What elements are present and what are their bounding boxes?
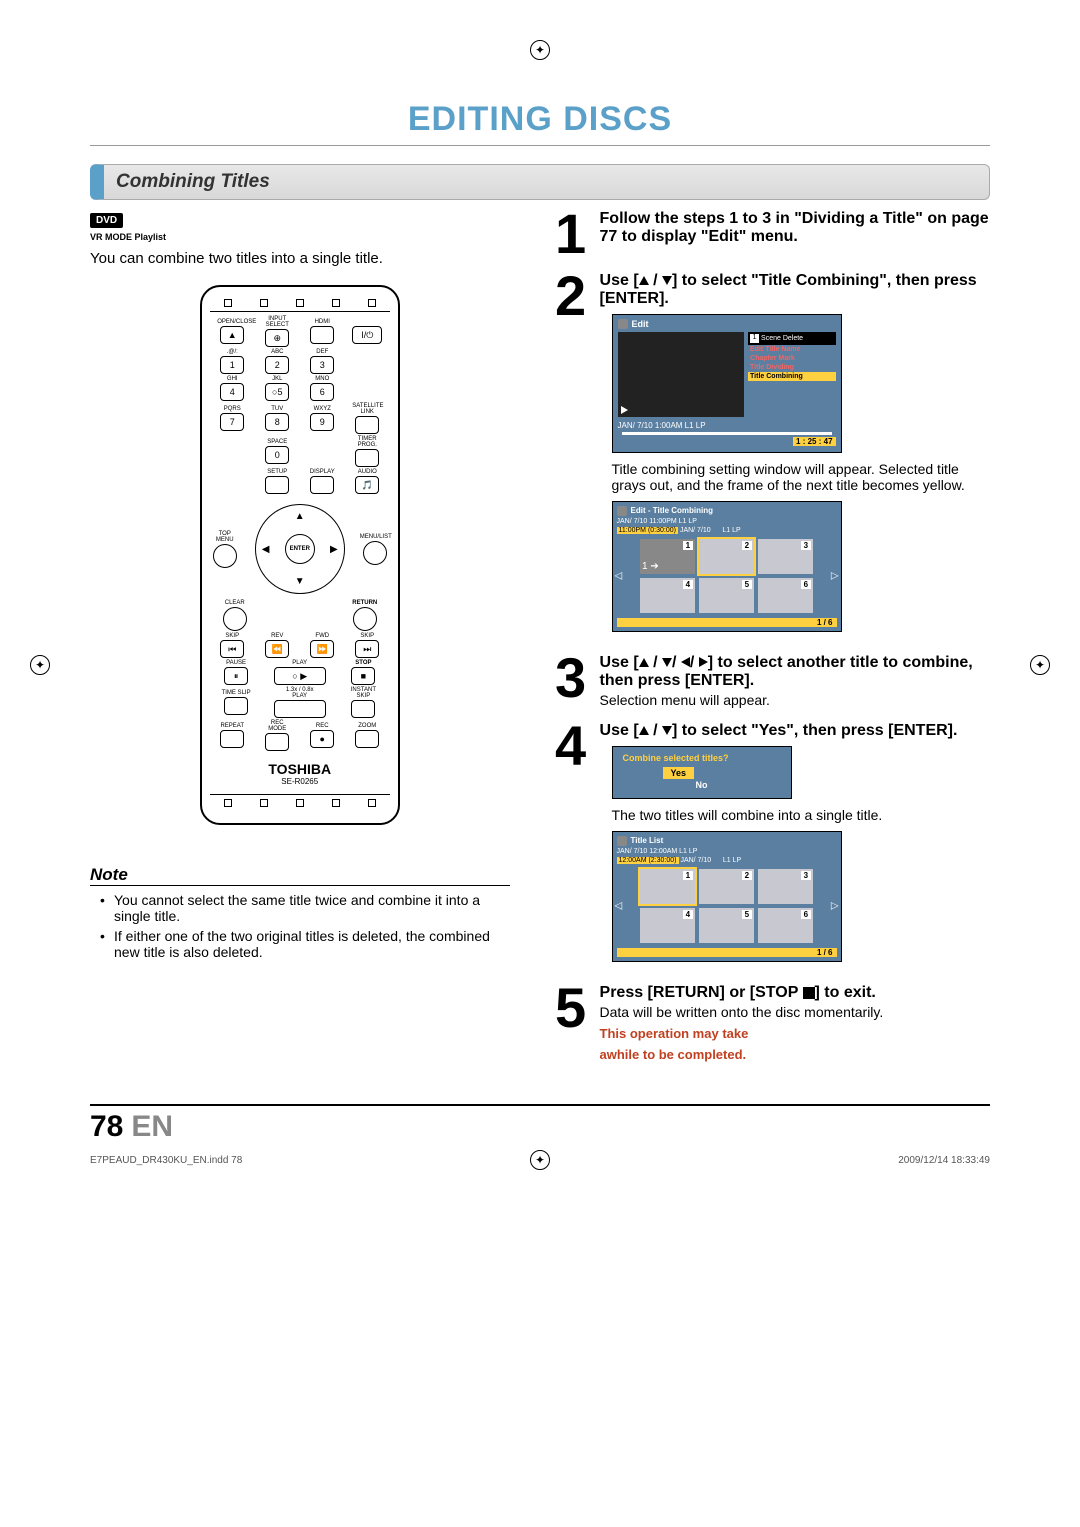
osd-title-list-grid: Title List JAN/ 7/10 12:00AM L1 LP 12:00… [612, 831, 842, 962]
osd-title: Edit [632, 319, 649, 329]
page-number: 78 [90, 1110, 123, 1144]
remote-input-select: INPUT SELECT [262, 316, 292, 328]
thumb-item-selected: 2 [699, 539, 754, 574]
remote-hdmi: HDMI [307, 319, 337, 325]
thumb-item: 2 [699, 869, 754, 904]
disc-icon [617, 836, 627, 846]
dvd-badge: DVD [90, 210, 510, 232]
osd-progress-bar [622, 432, 832, 435]
note-list: You cannot select the same title twice a… [90, 892, 510, 960]
title-underline [90, 145, 990, 146]
osd-time: 1 : 25 : 47 [793, 437, 835, 446]
step3-result: Selection menu will appear. [600, 692, 990, 708]
thumb-item: 6 [758, 578, 813, 613]
thumb-item: 5 [699, 578, 754, 613]
down-arrow-icon [662, 658, 672, 667]
step1-instruction: Follow the steps 1 to 3 in "Dividing a T… [600, 210, 990, 246]
registration-mark-bottom: ✦ [530, 1150, 550, 1170]
remote-enter: ENTER [285, 534, 315, 564]
remote-return: RETURN [350, 600, 380, 606]
remote-top-menu: TOP MENU [210, 531, 240, 543]
step2-instruction: Use [ / ] to select "Title Combining", t… [600, 272, 990, 308]
remote-timer-prog: TIMER PROG. [352, 436, 382, 448]
thumb-item: 4 [640, 908, 695, 943]
intro-text: You can combine two titles into a single… [90, 250, 510, 267]
dvd-rw-icon: DVD [90, 213, 123, 228]
step5-result: Data will be written onto the disc momen… [600, 1004, 990, 1020]
osd-title-combining-grid: Edit - Title Combining JAN/ 7/10 11:00PM… [612, 501, 842, 632]
step-number: 3 [550, 654, 592, 708]
step-number: 2 [550, 272, 592, 640]
osd-no-option: No [623, 779, 781, 792]
registration-mark-left: ✦ [30, 655, 50, 675]
step4-instruction: Use [ / ] to select "Yes", then press [E… [600, 722, 990, 740]
thumb-item: 11 ➔ [640, 539, 695, 574]
up-arrow-icon [639, 726, 649, 735]
remote-diagram: OPEN/CLOSE▲ INPUT SELECT⊕ HDMI I/⏻ .@/:1… [200, 285, 400, 825]
osd-edit-menu-list: 1Scene Delete Edit Title Name Chapter Ma… [748, 332, 835, 421]
down-arrow-icon [662, 726, 672, 735]
step-number: 1 [550, 210, 592, 258]
nav-right-icon: ▷ [831, 900, 839, 911]
page-title: EDITING DISCS [90, 100, 990, 139]
thumb-item: 6 [758, 908, 813, 943]
imprint-left: E7PEAUD_DR430KU_EN.indd 78 [90, 1155, 242, 1166]
disc-icon [618, 319, 628, 329]
thumb-item: 3 [758, 869, 813, 904]
osd-preview [618, 332, 745, 417]
remote-power: I/⏻ [352, 326, 382, 344]
osd-page-indicator: 1 / 6 [617, 618, 837, 627]
thumb-item: 3 [758, 539, 813, 574]
remote-satellite-link: SATELLITE LINK [352, 403, 382, 415]
right-arrow-icon [699, 657, 708, 667]
thumb-item: 5 [699, 908, 754, 943]
remote-menu-list: MENU/LIST [360, 534, 390, 540]
section-heading: Combining Titles [90, 164, 990, 200]
page-footer: 78 EN [90, 1104, 990, 1144]
remote-open-close: OPEN/CLOSE [217, 319, 247, 325]
stop-icon [803, 987, 815, 999]
warning-line2: awhile to be completed. [600, 1047, 990, 1062]
play-icon [621, 406, 628, 414]
osd-edit-menu: Edit 1Scene Delete Edit Title Name Chapt… [612, 314, 842, 453]
warning-line1: This operation may take [600, 1026, 990, 1041]
up-arrow-icon [639, 276, 649, 285]
osd-page-indicator: 1 / 6 [617, 948, 837, 957]
note-item: You cannot select the same title twice a… [104, 892, 510, 924]
imprint-right: 2009/12/14 18:33:49 [898, 1155, 990, 1166]
remote-stop: STOP [348, 660, 378, 666]
remote-brand: TOSHIBA [210, 761, 390, 777]
disc-icon [617, 506, 627, 516]
osd-confirm-prompt: Combine selected titles? Yes No [612, 746, 792, 799]
nav-left-icon: ◁ [615, 900, 623, 911]
nav-right-icon: ▷ [831, 570, 839, 581]
down-arrow-icon [662, 276, 672, 285]
page-lang: EN [131, 1110, 173, 1144]
dvd-mode-label: VR MODE Playlist [90, 232, 510, 242]
note-item: If either one of the two original titles… [104, 928, 510, 960]
remote-model: SE-R0265 [210, 777, 390, 786]
osd-timestamp: JAN/ 7/10 1:00AM L1 LP [618, 421, 836, 430]
step3-instruction: Use [ / / / ] to select another title to… [600, 654, 990, 690]
up-arrow-icon [639, 658, 649, 667]
step4-result: The two titles will combine into a singl… [612, 807, 972, 823]
step5-instruction: Press [RETURN] or [STOP ] to exit. [600, 984, 990, 1002]
step-number: 5 [550, 984, 592, 1062]
registration-mark-right: ✦ [1030, 655, 1050, 675]
note-heading: Note [90, 865, 510, 886]
osd-menu-selected: Title Combining [748, 372, 835, 381]
osd-yes-option: Yes [663, 767, 695, 780]
nav-left-icon: ◁ [615, 570, 623, 581]
registration-mark-top: ✦ [530, 40, 550, 60]
thumb-item: 4 [640, 578, 695, 613]
step2-result: Title combining setting window will appe… [612, 461, 972, 493]
left-arrow-icon [681, 657, 690, 667]
thumb-item-selected: 1 [640, 869, 695, 904]
remote-dpad: ▲ ▼ ◀ ▶ ENTER [255, 504, 345, 594]
step-number: 4 [550, 722, 592, 970]
